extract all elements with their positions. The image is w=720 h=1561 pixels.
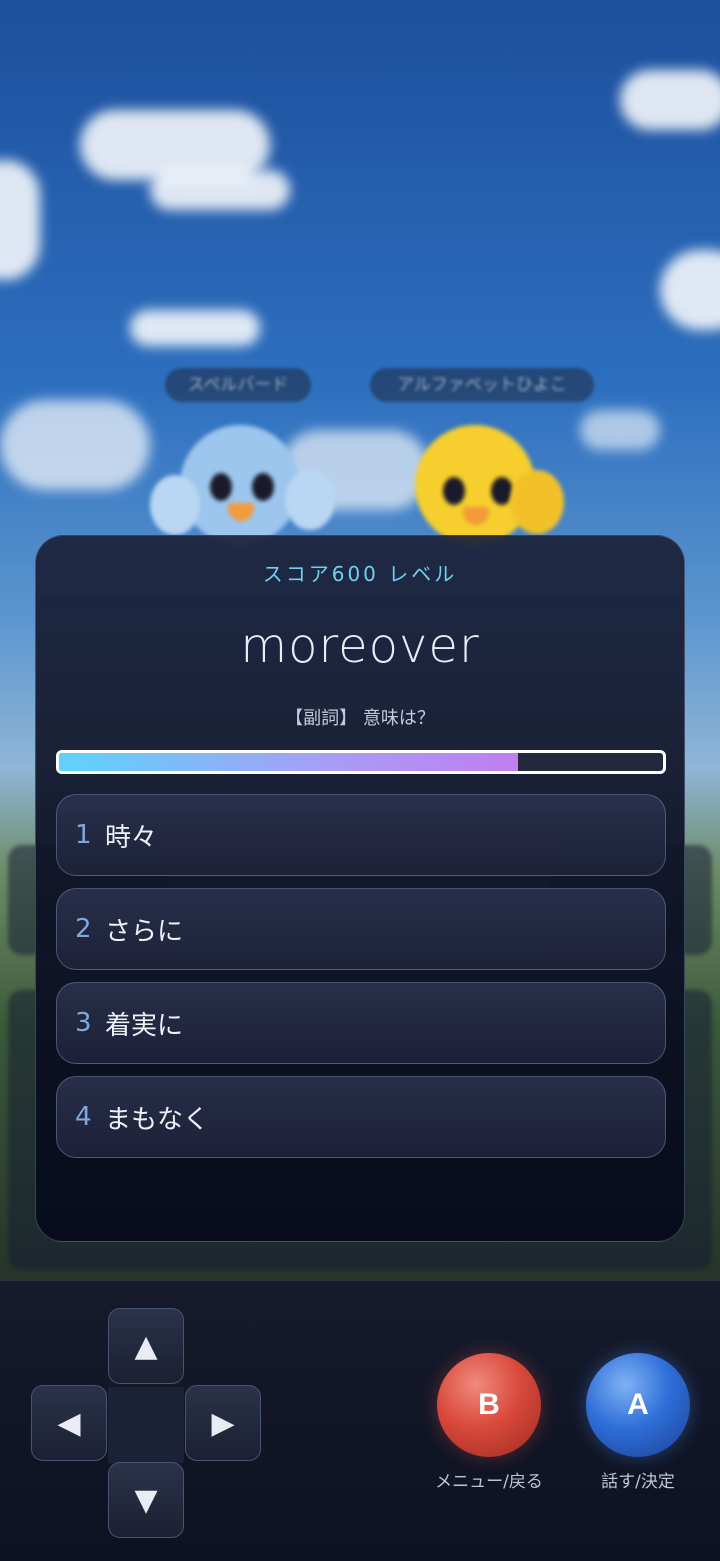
- vocab-quiz-dialog: スコア600 レベル moreover 【副詞】 意味は？ 1 時々 2 さらに…: [35, 535, 685, 1242]
- blue-bird-wing: [285, 470, 335, 530]
- time-progress-bar: [56, 750, 666, 774]
- cloud: [150, 170, 290, 210]
- cloud: [130, 310, 260, 346]
- virtual-controller: ▲ ◀ ▶ ▼ B メニュー/戻る A 話す/決定: [0, 1280, 720, 1561]
- choice-text: まもなく: [105, 1104, 210, 1135]
- dpad-left-button[interactable]: ◀: [31, 1385, 107, 1461]
- blue-bird-wing: [150, 475, 200, 535]
- yellow-chick-wing: [510, 470, 564, 534]
- arrow-right-icon: ▶: [211, 1405, 235, 1441]
- dpad-down-button[interactable]: ▼: [108, 1462, 184, 1538]
- a-button[interactable]: A: [586, 1353, 690, 1457]
- a-button-caption: 話す/決定: [601, 1472, 675, 1492]
- npc-name-tag: アルファベットひよこ: [370, 368, 594, 402]
- choice-number: 3: [75, 1008, 92, 1038]
- dpad-center: [108, 1387, 184, 1463]
- choice-option-2[interactable]: 2 さらに: [56, 888, 666, 970]
- arrow-left-icon: ◀: [57, 1405, 81, 1441]
- choice-number: 2: [75, 914, 92, 944]
- level-label: スコア600 レベル: [262, 562, 458, 586]
- cloud: [660, 250, 720, 330]
- choice-text: 時々: [105, 822, 158, 853]
- b-button[interactable]: B: [437, 1353, 541, 1457]
- arrow-down-icon: ▼: [134, 1482, 158, 1518]
- npc-name-tag: スペルバード: [165, 368, 311, 402]
- choice-number: 1: [75, 820, 92, 850]
- blue-bird-character: [180, 425, 300, 545]
- time-progress-fill: [59, 753, 519, 771]
- choice-option-1[interactable]: 1 時々: [56, 794, 666, 876]
- choice-option-3[interactable]: 3 着実に: [56, 982, 666, 1064]
- cloud: [0, 400, 150, 490]
- quiz-word: moreover: [240, 618, 480, 674]
- cloud: [0, 160, 40, 280]
- dpad-up-button[interactable]: ▲: [108, 1308, 184, 1384]
- choice-text: 着実に: [105, 1010, 184, 1041]
- choice-option-4[interactable]: 4 まもなく: [56, 1076, 666, 1158]
- choice-number: 4: [75, 1102, 92, 1132]
- dpad-right-button[interactable]: ▶: [185, 1385, 261, 1461]
- choice-text: さらに: [105, 916, 184, 947]
- b-button-caption: メニュー/戻る: [435, 1472, 543, 1492]
- cloud: [580, 410, 660, 450]
- question-prompt: 【副詞】 意味は？: [285, 708, 435, 729]
- arrow-up-icon: ▲: [134, 1328, 158, 1364]
- cloud: [620, 70, 720, 130]
